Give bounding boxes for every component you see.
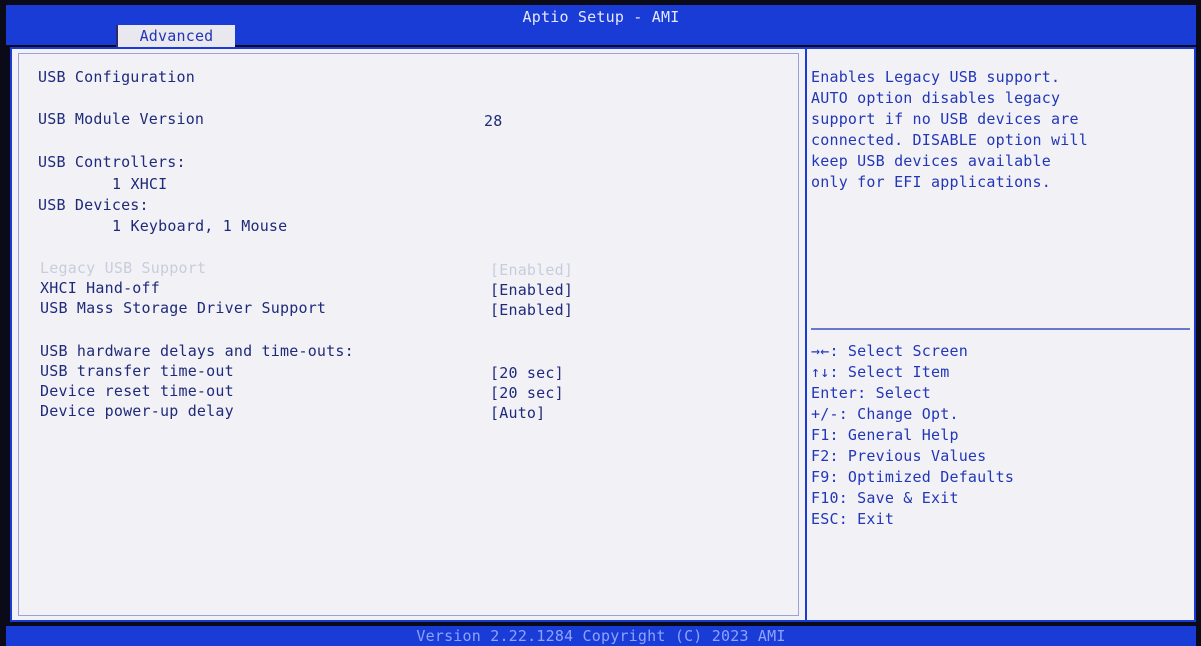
bios-screen: Aptio Setup - AMI Advanced USB Configura… [0,0,1201,646]
setting-mass-storage-driver-value[interactable]: [Enabled] [490,300,573,320]
key-hint-f9: F9: Optimized Defaults [811,468,1015,486]
key-hint-f10: F10: Save & Exit [811,489,959,507]
setting-device-reset-timeout-value[interactable]: [20 sec] [490,383,564,403]
setting-usb-transfer-timeout-value[interactable]: [20 sec] [490,363,564,383]
help-divider [811,328,1190,330]
title-bar: Aptio Setup - AMI Advanced [6,5,1196,47]
delays-section-title: USB hardware delays and time-outs: [40,342,354,360]
setting-device-powerup-delay-label[interactable]: Device power-up delay [40,401,234,421]
version-footer: Version 2.22.1284 Copyright (C) 2023 AMI [6,626,1196,646]
setting-xhci-hand-off-value[interactable]: [Enabled] [490,280,573,300]
app-title: Aptio Setup - AMI [522,8,680,26]
key-hint-select-screen: →←: Select Screen [811,342,968,360]
key-hint-change-opt: +/-: Change Opt. [811,405,959,423]
help-text-line: Enables Legacy USB support. [811,68,1061,86]
help-text-line: keep USB devices available [811,152,1051,170]
main-frame: USB Configuration USB Module Version 28 … [10,47,1196,622]
help-pane: Enables Legacy USB support. AUTO option … [807,49,1194,620]
settings-pane: USB Configuration USB Module Version 28 … [12,49,807,620]
key-hint-enter: Enter: Select [811,384,931,402]
usb-devices-label: USB Devices: [38,196,149,214]
usb-controllers-label: USB Controllers: [38,153,186,171]
tab-advanced[interactable]: Advanced [116,25,235,47]
section-title: USB Configuration [38,68,195,86]
usb-devices-value: 1 Keyboard, 1 Mouse [112,217,288,235]
setting-device-powerup-delay-value[interactable]: [Auto] [490,403,545,423]
key-hint-f2: F2: Previous Values [811,447,987,465]
setting-mass-storage-driver-label[interactable]: USB Mass Storage Driver Support [40,298,326,318]
setting-legacy-usb-support-label[interactable]: Legacy USB Support [40,258,206,278]
settings-pane-border [18,53,799,616]
help-text-line: only for EFI applications. [811,173,1051,191]
key-hint-esc: ESC: Exit [811,510,895,528]
setting-xhci-hand-off-label[interactable]: XHCI Hand-off [40,278,160,298]
setting-usb-transfer-timeout-label[interactable]: USB transfer time-out [40,361,234,381]
setting-device-reset-timeout-label[interactable]: Device reset time-out [40,381,234,401]
setting-legacy-usb-support-value[interactable]: [Enabled] [490,260,573,280]
usb-module-version-label: USB Module Version [38,110,205,128]
usb-module-version-value: 28 [484,112,503,130]
key-hint-f1: F1: General Help [811,426,959,444]
help-text-line: AUTO option disables legacy [811,89,1061,107]
key-hint-select-item: ↑↓: Select Item [811,363,950,381]
usb-controllers-value: 1 XHCI [112,175,168,193]
help-text-line: connected. DISABLE option will [811,131,1088,149]
help-text-line: support if no USB devices are [811,110,1079,128]
